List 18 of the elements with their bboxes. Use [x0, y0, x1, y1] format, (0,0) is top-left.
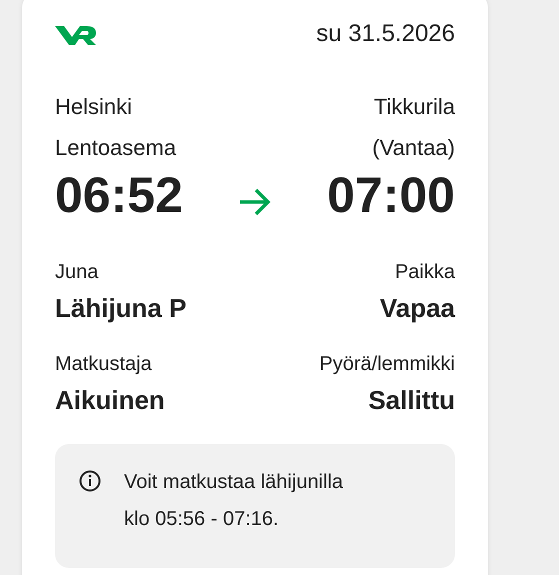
info-icon	[79, 470, 101, 492]
arrival-time: 07:00	[327, 166, 455, 224]
detail-value: Aikuinen	[55, 384, 165, 417]
detail-label: Juna	[55, 260, 98, 285]
arrival-station: Tikkurila	[374, 93, 455, 121]
departure-time: 06:52	[55, 166, 183, 224]
detail-value: Vapaa	[380, 292, 455, 325]
departure-station: Lentoasema	[55, 134, 176, 162]
arrow-right-icon	[238, 187, 272, 217]
departure-station: Helsinki	[55, 93, 134, 121]
info-text: Voit matkustaa lähijunilla klo 05:56 - 07:16.	[124, 470, 344, 532]
detail-value: Lähijuna P	[55, 292, 186, 325]
detail-value: Sallittu	[368, 384, 455, 417]
detail-label: Paikka	[394, 260, 455, 285]
arrival-station: (Vantaa)	[372, 134, 455, 162]
travel-date: su 31.5.2026	[316, 19, 455, 49]
detail-label: Pyörä/lemmikki	[319, 352, 455, 377]
detail-label: Matkustaja	[55, 352, 152, 377]
